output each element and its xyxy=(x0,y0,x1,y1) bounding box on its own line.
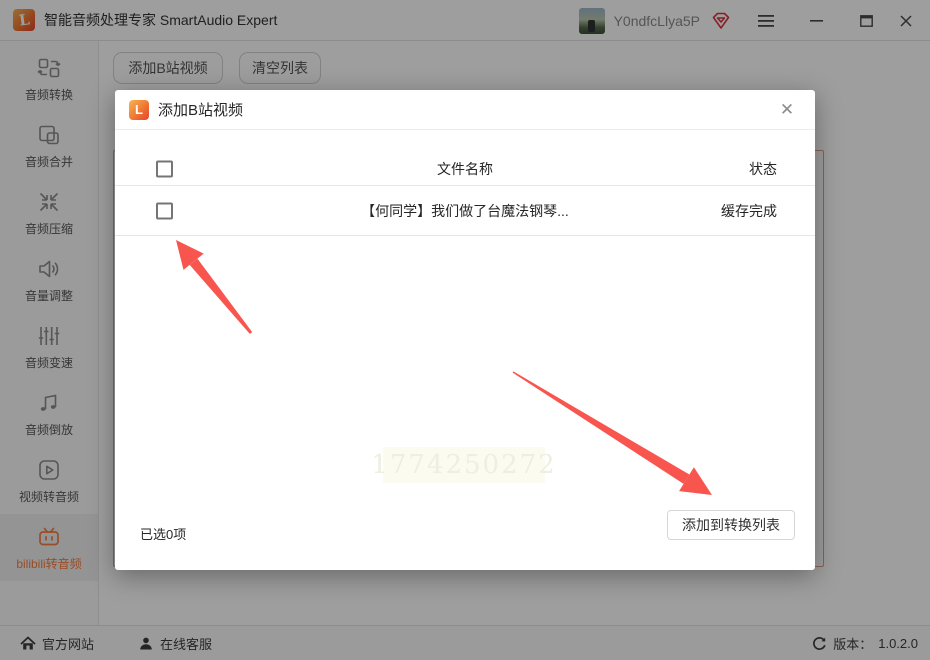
selected-count-text: 已选0项 xyxy=(140,527,187,542)
add-to-convert-list-button[interactable]: 添加到转换列表 xyxy=(667,510,795,540)
add-bilibili-video-dialog: L 添加B站视频 ✕ 文件名称 状态 【何同学】我们做了台魔法钢琴... 缓存完… xyxy=(115,90,815,570)
dialog-footer: 已选0项 添加到转换列表 xyxy=(115,500,815,570)
dialog-title: 添加B站视频 xyxy=(158,102,244,119)
dialog-close-icon[interactable]: ✕ xyxy=(771,90,803,130)
table-row: 【何同学】我们做了台魔法钢琴... 缓存完成 xyxy=(115,186,815,236)
row-filename: 【何同学】我们做了台魔法钢琴... xyxy=(361,202,569,219)
dialog-logo-icon: L xyxy=(129,99,149,120)
row-status: 缓存完成 xyxy=(721,202,777,219)
dialog-header: L 添加B站视频 ✕ xyxy=(115,90,815,130)
watermark: 1774250272 xyxy=(371,447,555,483)
select-all-checkbox[interactable] xyxy=(156,160,173,177)
table-header-row: 文件名称 状态 xyxy=(115,152,815,186)
column-header-filename: 文件名称 xyxy=(437,160,493,177)
row-checkbox[interactable] xyxy=(156,202,173,219)
app-window: L 智能音频处理专家 SmartAudio Expert Y0ndfcLlya5… xyxy=(0,0,930,660)
column-header-status: 状态 xyxy=(749,160,777,177)
